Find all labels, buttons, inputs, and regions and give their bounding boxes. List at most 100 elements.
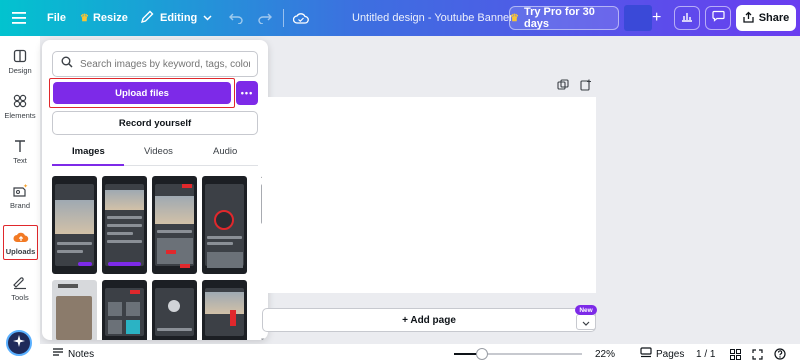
divider: [283, 0, 284, 36]
design-title[interactable]: Untitled design - Youtube Banner: [352, 0, 513, 36]
search-input[interactable]: [80, 58, 250, 70]
add-page-icon[interactable]: [580, 78, 594, 92]
uploaded-image[interactable]: [102, 176, 147, 274]
upload-files-label: Upload files: [115, 87, 169, 99]
brand-icon: ✦: [12, 184, 28, 201]
left-rail: Design Elements Text ✦ Brand Uploads Too…: [0, 36, 40, 364]
fullscreen-icon[interactable]: [752, 344, 763, 364]
tools-icon: [13, 276, 27, 293]
text-icon: [13, 139, 27, 156]
scroll-down-icon: ▼: [260, 338, 266, 340]
uploaded-image[interactable]: [52, 176, 97, 274]
tab-images[interactable]: Images: [72, 146, 105, 157]
zoom-level[interactable]: 22%: [595, 344, 615, 364]
rail-label-text: Text: [13, 156, 27, 165]
sparkle-icon: [12, 334, 26, 353]
rail-item-uploads[interactable]: Uploads: [3, 225, 38, 260]
comment-icon: [711, 9, 725, 27]
bar-chart-icon: [681, 9, 693, 27]
rail-label-design: Design: [8, 66, 32, 75]
magic-assistant-button[interactable]: [6, 330, 32, 356]
more-dots-icon: •••: [240, 88, 254, 98]
help-icon[interactable]: [774, 344, 786, 364]
try-pro-button[interactable]: ♛ Try Pro for 30 days: [509, 6, 619, 30]
page-count-label: 1 / 1: [696, 348, 716, 360]
cloud-save-icon[interactable]: [293, 0, 309, 36]
zoom-slider[interactable]: [454, 348, 582, 360]
comments-button[interactable]: [705, 6, 731, 30]
upload-highlight: Upload files: [49, 78, 235, 108]
design-title-text: Untitled design - Youtube Banner: [352, 12, 513, 24]
notes-label: Notes: [68, 348, 95, 360]
tab-audio[interactable]: Audio: [213, 146, 237, 157]
notes-icon: [52, 347, 64, 361]
pages-label: Pages: [656, 348, 685, 360]
rail-item-design[interactable]: Design: [0, 49, 40, 75]
rail-label-tools: Tools: [11, 293, 29, 302]
duplicate-page-icon[interactable]: [557, 78, 571, 92]
rail-item-tools[interactable]: Tools: [0, 276, 40, 302]
design-icon: [13, 49, 27, 66]
crown-icon: ♛: [510, 12, 519, 24]
grid-view-icon[interactable]: [730, 344, 741, 364]
uploaded-images-grid: [52, 176, 252, 340]
undo-icon[interactable]: [229, 0, 243, 36]
collaborator-avatar[interactable]: [624, 5, 652, 31]
more-options-button[interactable]: •••: [236, 81, 258, 105]
upload-cloud-icon: [13, 230, 29, 247]
uploaded-image[interactable]: [202, 176, 247, 274]
rail-item-text[interactable]: Text: [0, 139, 40, 165]
uploaded-image[interactable]: [152, 176, 197, 274]
file-menu-label: File: [47, 12, 66, 24]
file-menu[interactable]: File: [47, 0, 66, 36]
new-badge-label: New: [579, 306, 593, 314]
tab-videos[interactable]: Videos: [144, 146, 173, 157]
search-box[interactable]: [52, 51, 258, 77]
resize-button[interactable]: ♛ Resize: [80, 0, 128, 36]
svg-text:✦: ✦: [23, 184, 28, 190]
top-bar: File ♛ Resize Editing Untitled design - …: [0, 0, 800, 36]
resize-label: Resize: [92, 12, 128, 24]
record-yourself-label: Record yourself: [118, 117, 192, 129]
add-page-button[interactable]: + Add page: [262, 308, 596, 332]
bottom-bar: Notes 22% Pages 1 / 1: [40, 344, 800, 364]
editing-label: Editing: [160, 12, 198, 24]
uploaded-image[interactable]: [152, 280, 197, 340]
share-button[interactable]: Share: [736, 5, 796, 31]
rail-label-brand: Brand: [9, 201, 30, 210]
redo-icon[interactable]: [258, 0, 272, 36]
pages-icon: [640, 347, 652, 361]
pencil-icon: [140, 10, 154, 27]
active-tab-indicator: [52, 164, 124, 166]
search-icon: [61, 55, 73, 73]
crown-icon: ♛: [80, 12, 89, 24]
add-page-label: + Add page: [402, 314, 456, 326]
uploaded-image[interactable]: [102, 280, 147, 340]
page-count: 1 / 1: [696, 344, 715, 364]
new-badge: New: [575, 305, 597, 315]
share-icon: [743, 11, 754, 26]
record-yourself-button[interactable]: Record yourself: [52, 111, 258, 135]
media-tabs: Images Videos Audio: [52, 144, 258, 166]
uploaded-image[interactable]: [202, 280, 247, 340]
zoom-level-label: 22%: [595, 348, 616, 360]
uploaded-image[interactable]: [52, 280, 97, 340]
notes-button[interactable]: Notes: [52, 344, 94, 364]
rail-item-brand[interactable]: ✦ Brand: [0, 184, 40, 210]
chevron-down-icon: [203, 12, 212, 24]
design-canvas[interactable]: [262, 97, 596, 293]
editing-mode-button[interactable]: Editing: [140, 0, 212, 36]
zoom-knob[interactable]: [476, 348, 488, 360]
analytics-button[interactable]: [674, 6, 700, 30]
try-pro-label: Try Pro for 30 days: [523, 6, 595, 30]
share-label: Share: [758, 12, 790, 24]
rail-item-elements[interactable]: Elements: [0, 94, 40, 120]
add-collaborator-icon[interactable]: +: [652, 0, 661, 36]
pages-button[interactable]: Pages: [640, 344, 684, 364]
uploads-panel: Upload files ••• Record yourself Images …: [42, 40, 268, 340]
pages-expand-button[interactable]: [576, 314, 596, 330]
upload-files-button[interactable]: Upload files: [53, 82, 231, 104]
menu-icon[interactable]: [12, 0, 26, 36]
rail-label-elements: Elements: [4, 111, 36, 120]
chevron-down-icon: [582, 313, 590, 331]
